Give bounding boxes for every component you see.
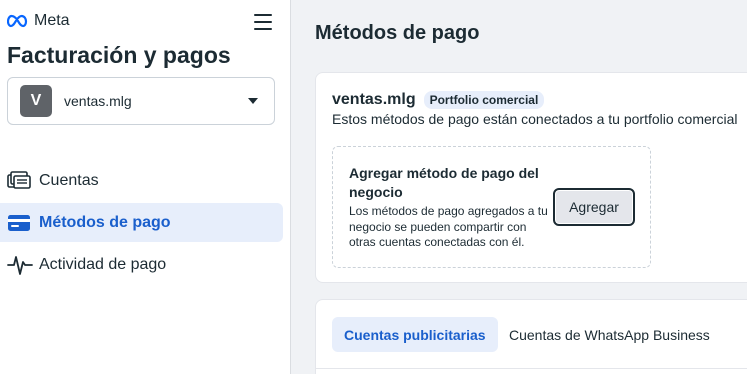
add-payment-description: Los métodos de pago agregados a tu negoc… <box>349 204 548 249</box>
account-name: ventas.mlg <box>64 93 132 109</box>
meta-logo[interactable]: Meta <box>7 12 70 30</box>
sidebar: Meta Facturación y pagos V ventas.mlg Cu… <box>0 0 291 374</box>
activity-pulse-icon <box>7 254 33 276</box>
portfolio-badge: Portfolio comercial <box>423 91 545 109</box>
card-header: ventas.mlg Portfolio comercial <box>332 91 545 109</box>
sidebar-item-label: Métodos de pago <box>39 213 171 231</box>
page-title: Métodos de pago <box>315 22 480 44</box>
add-payment-title: Agregar método de pago del negocio <box>349 165 539 200</box>
hamburger-menu-icon[interactable] <box>254 14 272 30</box>
tab-cuentas-whatsapp-business[interactable]: Cuentas de WhatsApp Business <box>497 317 722 352</box>
account-selector[interactable]: V ventas.mlg <box>7 77 275 125</box>
sidebar-item-label: Cuentas <box>39 171 99 189</box>
portfolio-description: Estos métodos de pago están conectados a… <box>332 111 738 127</box>
meta-logo-text: Meta <box>34 12 70 29</box>
accounts-tabs-card: Cuentas publicitarias Cuentas de WhatsAp… <box>315 299 747 374</box>
payment-methods-card: ventas.mlg Portfolio comercial Estos mét… <box>315 72 747 283</box>
add-payment-button[interactable]: Agregar <box>553 188 635 226</box>
portfolio-name: ventas.mlg <box>332 91 416 108</box>
caret-down-icon <box>248 98 258 104</box>
avatar: V <box>20 85 52 117</box>
credit-card-icon <box>7 212 33 234</box>
meta-infinity-icon <box>7 14 28 28</box>
add-payment-method-box: Agregar método de pago del negocio Los m… <box>332 146 651 268</box>
sidebar-item-label: Actividad de pago <box>39 255 167 273</box>
sidebar-item-actividad-de-pago[interactable]: Actividad de pago <box>0 245 283 284</box>
sidebar-item-cuentas[interactable]: Cuentas <box>0 161 283 200</box>
sidebar-item-metodos-de-pago[interactable]: Métodos de pago <box>0 203 283 242</box>
accounts-stack-icon <box>7 170 33 192</box>
sidebar-title: Facturación y pagos <box>7 42 231 68</box>
tabs-divider <box>316 368 747 369</box>
tab-cuentas-publicitarias[interactable]: Cuentas publicitarias <box>332 317 498 352</box>
